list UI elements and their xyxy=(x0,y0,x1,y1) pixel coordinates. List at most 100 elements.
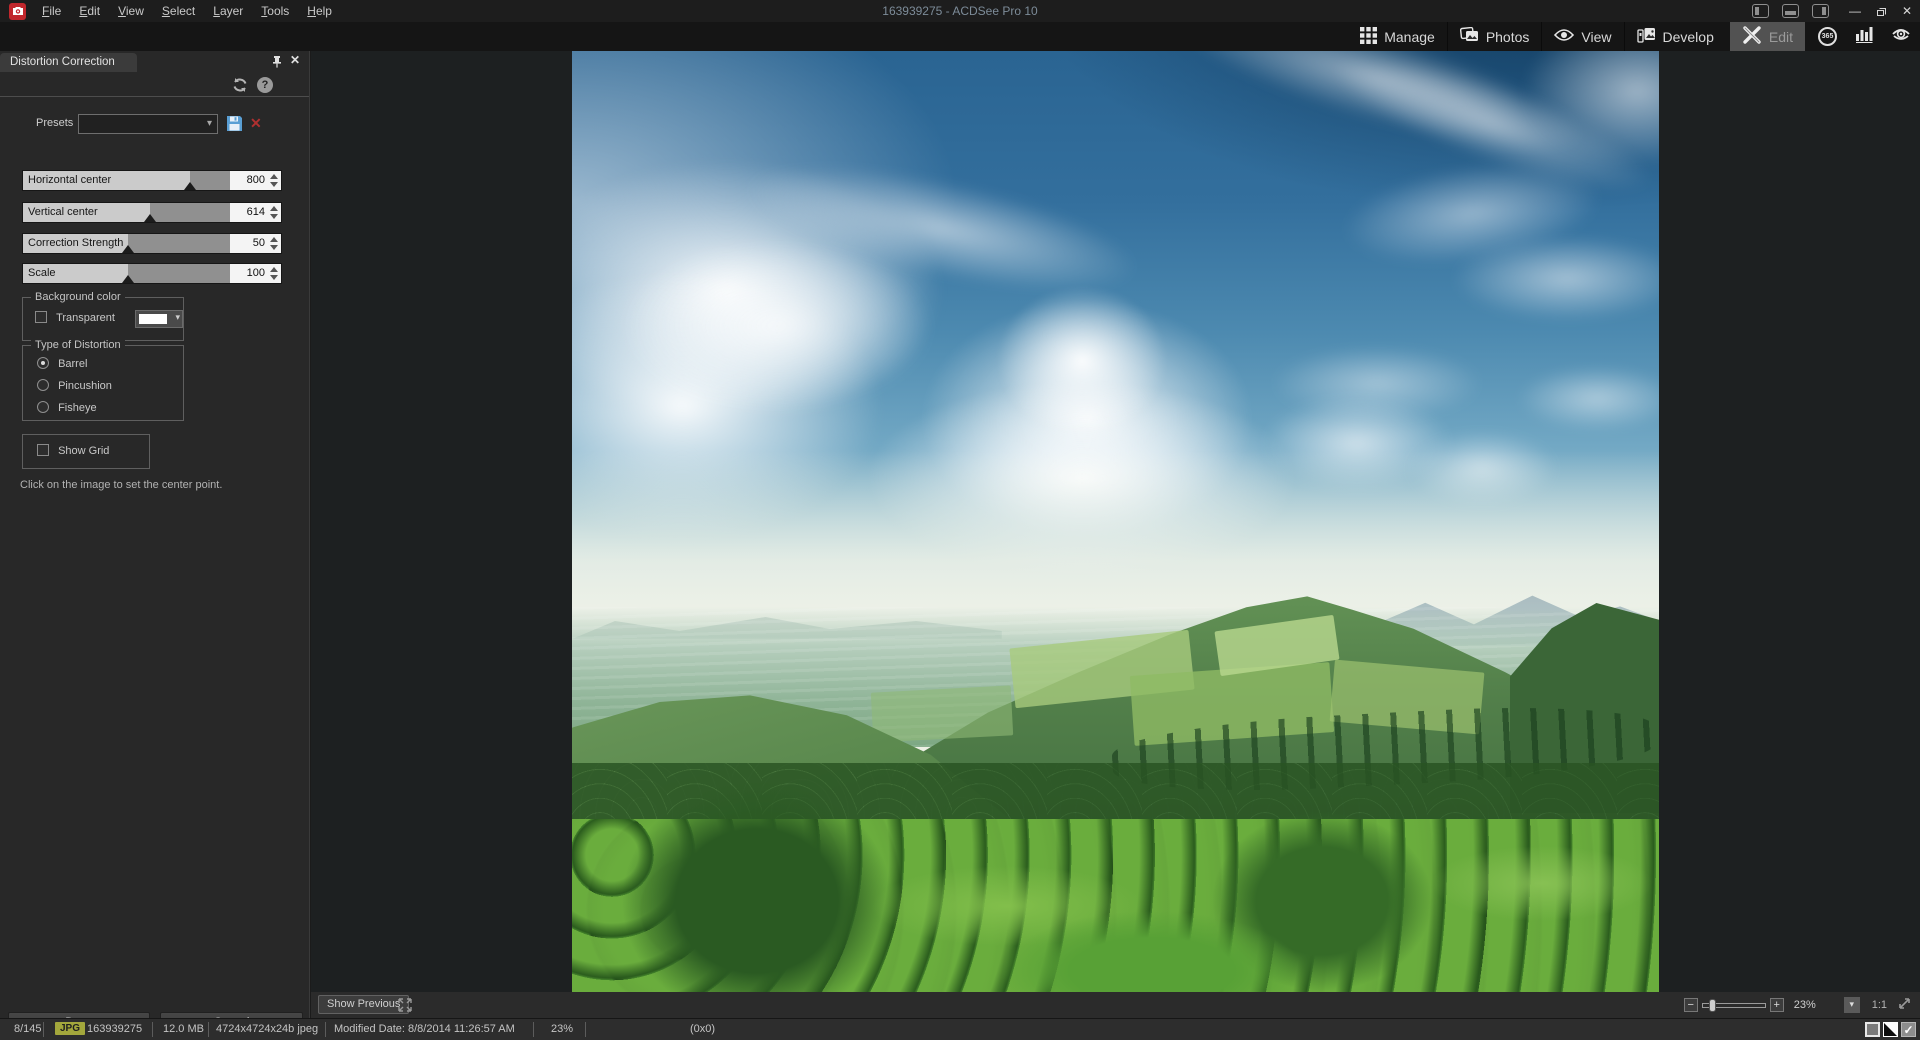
show-previous-button[interactable]: Show Previous xyxy=(318,995,409,1014)
type-of-distortion-group: Type of Distortion Barrel Pincushion Fis… xyxy=(22,345,184,421)
vertical-center-label: Vertical center xyxy=(28,203,98,222)
slider-marker[interactable] xyxy=(144,214,156,222)
format-badge: JPG xyxy=(55,1022,85,1035)
reset-icon[interactable] xyxy=(232,77,248,96)
vertical-center-slider[interactable]: Vertical center 614 xyxy=(22,202,282,223)
view-eye-icon xyxy=(1554,28,1574,45)
vertical-center-value[interactable]: 614 xyxy=(230,203,281,222)
save-preset-icon[interactable] xyxy=(226,115,243,135)
chevron-down-icon: ▾ xyxy=(175,312,180,323)
scale-slider[interactable]: Scale 100 xyxy=(22,263,282,284)
zoom-out-button[interactable]: − xyxy=(1684,998,1698,1012)
status-dimensions: 4724x4724x24b jpeg xyxy=(216,1023,318,1035)
status-filename: 163939275 xyxy=(87,1023,142,1035)
seedrive-button[interactable] xyxy=(1882,22,1920,51)
manage-grid-icon xyxy=(1360,27,1377,47)
status-indicators: ✓ xyxy=(1865,1022,1916,1037)
photo-image[interactable] xyxy=(572,51,1659,992)
background-color-picker[interactable]: ▾ xyxy=(135,310,183,328)
spinner-arrows[interactable] xyxy=(269,174,278,187)
presets-dropdown[interactable]: ▾ xyxy=(78,114,218,134)
status-modified-date: Modified Date: 8/8/2014 11:26:57 AM xyxy=(334,1023,515,1035)
fit-image-icon[interactable] xyxy=(1897,996,1912,1014)
delete-preset-icon[interactable]: ✕ xyxy=(250,115,262,132)
panel-tab[interactable]: Distortion Correction xyxy=(0,53,137,72)
transparent-checkbox[interactable] xyxy=(35,311,47,323)
mode-develop-button[interactable]: Develop xyxy=(1624,22,1726,51)
spinner-arrows[interactable] xyxy=(269,267,278,280)
background-color-group-title: Background color xyxy=(31,291,125,303)
pin-icon[interactable] xyxy=(271,55,283,71)
status-bar: 8/145 JPG 163939275 12.0 MB 4724x4724x24… xyxy=(0,1018,1920,1040)
menu-file[interactable]: File xyxy=(33,0,70,22)
mode-manage-button[interactable]: Manage xyxy=(1348,22,1447,51)
spinner-arrows[interactable] xyxy=(269,206,278,219)
zoom-percent[interactable]: 23% xyxy=(1794,999,1838,1011)
zoom-in-button[interactable]: + xyxy=(1770,998,1784,1012)
menu-bar: File Edit View Select Layer Tools Help xyxy=(33,0,341,22)
acdsee-window: File Edit View Select Layer Tools Help 1… xyxy=(0,0,1920,1040)
edit-canvas[interactable] xyxy=(311,51,1920,992)
hint-text: Click on the image to set the center poi… xyxy=(20,479,222,491)
barrel-label: Barrel xyxy=(58,358,87,370)
mode-edit-label: Edit xyxy=(1769,29,1793,45)
scale-label: Scale xyxy=(28,264,56,283)
mode-develop-label: Develop xyxy=(1663,29,1714,45)
status-filesize: 12.0 MB xyxy=(163,1023,204,1035)
distortion-correction-panel: Distortion Correction ✕ ? Presets ▾ ✕ Ho… xyxy=(0,51,310,1018)
close-button[interactable]: ✕ xyxy=(1894,0,1920,22)
correction-strength-slider[interactable]: Correction Strength 50 xyxy=(22,233,282,254)
toggle-left-pane-button[interactable] xyxy=(1752,4,1769,18)
horizontal-center-value[interactable]: 800 xyxy=(230,171,281,190)
mode-manage-label: Manage xyxy=(1384,29,1435,45)
menu-help[interactable]: Help xyxy=(298,0,341,22)
presets-label: Presets xyxy=(36,117,73,129)
show-grid-checkbox[interactable] xyxy=(37,444,49,456)
toggle-bottom-pane-button[interactable] xyxy=(1782,4,1799,18)
mode-edit-button[interactable]: Edit xyxy=(1730,22,1805,51)
titlebar-controls: — ✕ xyxy=(1752,0,1920,22)
correction-strength-label: Correction Strength xyxy=(28,234,123,253)
fisheye-label: Fisheye xyxy=(58,402,97,414)
acdsee-365-button[interactable]: 365 xyxy=(1809,22,1846,51)
check-square-icon[interactable]: ✓ xyxy=(1901,1022,1916,1037)
bar-chart-icon xyxy=(1855,25,1873,48)
correction-strength-value[interactable]: 50 xyxy=(230,234,281,253)
barrel-radio[interactable] xyxy=(37,357,49,369)
slider-marker[interactable] xyxy=(122,275,134,283)
scale-value[interactable]: 100 xyxy=(230,264,281,283)
panel-close-icon[interactable]: ✕ xyxy=(290,53,300,67)
mode-view-button[interactable]: View xyxy=(1541,22,1623,51)
zoom-dropdown-button[interactable]: ▾ xyxy=(1844,997,1860,1013)
actual-size-button[interactable]: 1:1 xyxy=(1872,999,1887,1011)
zoom-controls: − + 23% ▾ 1:1 xyxy=(1684,992,1912,1018)
contrast-square-icon[interactable] xyxy=(1883,1022,1898,1037)
dashboard-button[interactable] xyxy=(1846,22,1882,51)
menu-edit[interactable]: Edit xyxy=(70,0,109,22)
minimize-button[interactable]: — xyxy=(1842,0,1868,22)
restore-button[interactable] xyxy=(1868,0,1894,22)
mode-photos-button[interactable]: Photos xyxy=(1447,22,1542,51)
pincushion-radio[interactable] xyxy=(37,379,49,391)
color-swatch xyxy=(139,314,167,324)
menu-tools[interactable]: Tools xyxy=(252,0,298,22)
gray-square-icon[interactable] xyxy=(1865,1022,1880,1037)
horizontal-center-label: Horizontal center xyxy=(28,171,111,190)
slider-marker[interactable] xyxy=(122,245,134,253)
menu-layer[interactable]: Layer xyxy=(204,0,252,22)
edit-tools-icon xyxy=(1742,25,1762,48)
menu-view[interactable]: View xyxy=(109,0,153,22)
spinner-arrows[interactable] xyxy=(269,237,278,250)
365-badge-icon: 365 xyxy=(1818,27,1837,46)
show-grid-box: Show Grid xyxy=(22,434,150,469)
fisheye-radio[interactable] xyxy=(37,401,49,413)
background-color-group: Background color Transparent ▾ xyxy=(22,297,184,341)
toggle-right-pane-button[interactable] xyxy=(1812,4,1829,18)
zoom-slider[interactable] xyxy=(1702,1003,1766,1008)
zoom-slider-thumb[interactable] xyxy=(1709,999,1716,1012)
menu-select[interactable]: Select xyxy=(153,0,204,22)
slider-marker[interactable] xyxy=(184,182,196,190)
fullscreen-icon[interactable] xyxy=(397,997,413,1018)
help-icon[interactable]: ? xyxy=(257,77,273,93)
horizontal-center-slider[interactable]: Horizontal center 800 xyxy=(22,170,282,191)
